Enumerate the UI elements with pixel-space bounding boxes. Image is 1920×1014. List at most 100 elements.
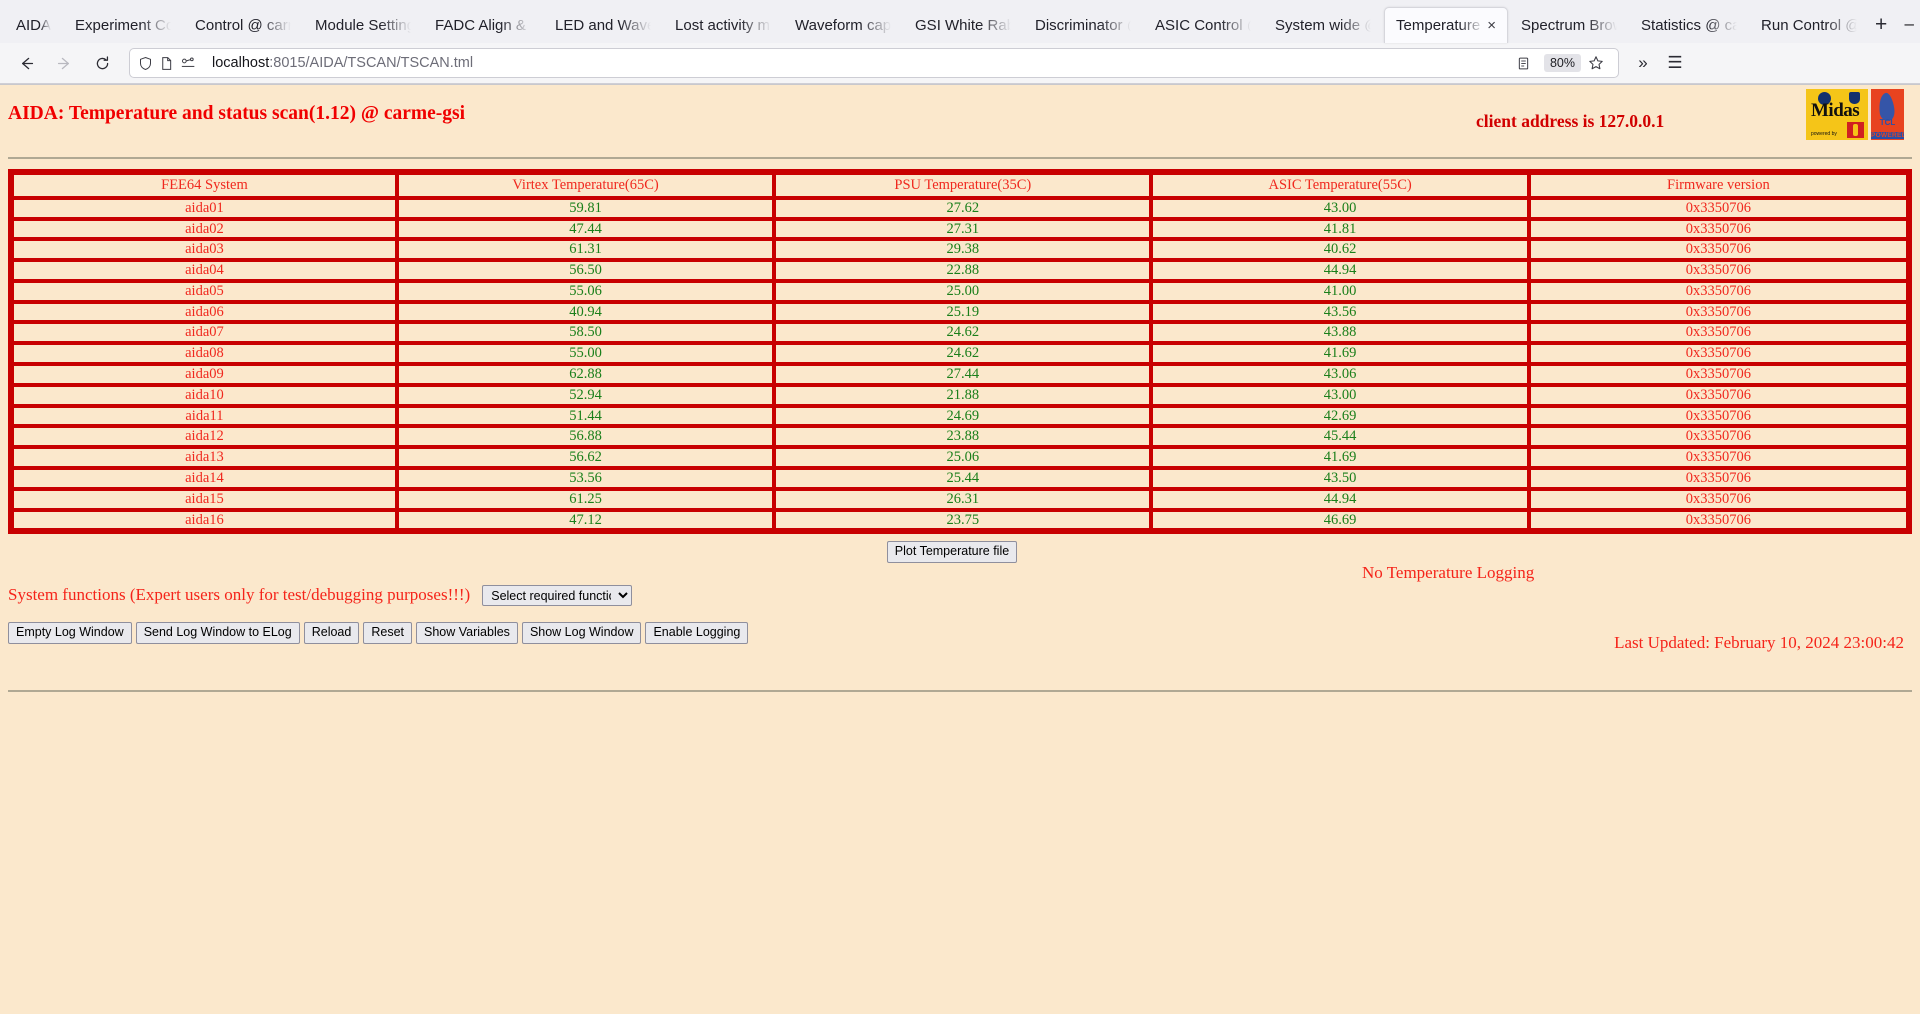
navigation-bar: localhost:8015/AIDA/TSCAN/TSCAN.tml 80% …	[0, 43, 1920, 84]
table-header-cell: Virtex Temperature(65C)	[397, 173, 774, 198]
browser-tab[interactable]: Discriminator @ carme-gsi	[1024, 7, 1142, 43]
tcl-powered-text: POWERED	[1871, 132, 1904, 139]
new-tab-button[interactable]: +	[1875, 8, 1887, 42]
browser-tab[interactable]: Control @ carme-gsi	[184, 7, 302, 43]
action-button[interactable]: Reload	[304, 622, 360, 644]
app-menu-button[interactable]: ☰	[1659, 48, 1691, 78]
table-cell-psu: 27.62	[774, 198, 1151, 219]
table-cell-system: aida14	[12, 468, 397, 489]
controls-section: Plot Temperature file No Temperature Log…	[8, 541, 1912, 691]
browser-tab[interactable]: Module Settings @ carme-gsi	[304, 7, 422, 43]
url-text: localhost:8015/AIDA/TSCAN/TSCAN.tml	[212, 55, 473, 71]
table-row: aida0962.8827.4443.060x3350706	[12, 364, 1908, 385]
window-minimize-button[interactable]: –	[1887, 7, 1920, 41]
table-cell-virtex: 58.50	[397, 322, 774, 343]
table-cell-psu: 21.88	[774, 385, 1151, 406]
table-cell-system: aida15	[12, 489, 397, 510]
action-button[interactable]: Show Variables	[416, 622, 518, 644]
zoom-level-badge[interactable]: 80%	[1544, 54, 1581, 72]
action-button[interactable]: Enable Logging	[645, 622, 748, 644]
browser-tab[interactable]: LED and Waveform @ carme-gsi	[544, 7, 662, 43]
table-cell-asic: 43.00	[1151, 385, 1528, 406]
tab-close-icon[interactable]: ×	[1487, 18, 1496, 33]
action-button[interactable]: Show Log Window	[522, 622, 642, 644]
forward-button[interactable]	[47, 48, 81, 78]
table-cell-firmware: 0x3350706	[1529, 406, 1908, 427]
browser-tab[interactable]: Temperature scan @ carme-gsi×	[1384, 7, 1508, 43]
table-cell-system: aida07	[12, 322, 397, 343]
table-header-cell: ASIC Temperature(55C)	[1151, 173, 1528, 198]
table-cell-system: aida12	[12, 426, 397, 447]
table-cell-virtex: 52.94	[397, 385, 774, 406]
browser-tab[interactable]: Spectrum Browser @ carme-gsi	[1510, 7, 1628, 43]
browser-tab[interactable]: Experiment Control @ carme-gsi	[64, 7, 182, 43]
tab-list: AIDA Experiment Control @ carme-gsi Contro…	[4, 7, 1869, 43]
bookmark-star-icon[interactable]	[1588, 55, 1604, 71]
table-cell-virtex: 55.00	[397, 343, 774, 364]
browser-tab[interactable]: ASIC Control @ carme-gsi	[1144, 7, 1262, 43]
tab-label: GSI White Rabbit @ carme-gsi	[915, 17, 1011, 34]
midas-logo-icon: Midas powered by	[1806, 89, 1868, 140]
table-row: aida0159.8127.6243.000x3350706	[12, 198, 1908, 219]
browser-tab[interactable]: GSI White Rabbit @ carme-gsi	[904, 7, 1022, 43]
back-arrow-icon	[18, 55, 35, 72]
reader-view-icon[interactable]	[1516, 56, 1531, 71]
table-cell-asic: 44.94	[1151, 489, 1528, 510]
back-button[interactable]	[9, 48, 43, 78]
table-cell-firmware: 0x3350706	[1529, 219, 1908, 240]
browser-tab[interactable]: System wide @ carme-gsi	[1264, 7, 1382, 43]
tracking-protection-icon[interactable]	[180, 56, 197, 71]
tab-label: Module Settings @ carme-gsi	[315, 17, 411, 34]
table-cell-asic: 43.88	[1151, 322, 1528, 343]
table-cell-virtex: 47.44	[397, 219, 774, 240]
shield-icon[interactable]	[138, 56, 153, 71]
table-cell-asic: 40.62	[1151, 239, 1528, 260]
browser-tab[interactable]: Run Control @ carme-gsi	[1750, 7, 1868, 43]
table-cell-firmware: 0x3350706	[1529, 302, 1908, 323]
table-cell-asic: 42.69	[1151, 406, 1528, 427]
table-row: aida1256.8823.8845.440x3350706	[12, 426, 1908, 447]
table-cell-system: aida13	[12, 447, 397, 468]
action-button[interactable]: Empty Log Window	[8, 622, 132, 644]
browser-tab[interactable]: Lost activity monitor @ carme-gsi	[664, 7, 782, 43]
browser-tab[interactable]: Statistics @ carme-gsi	[1630, 7, 1748, 43]
address-bar[interactable]: localhost:8015/AIDA/TSCAN/TSCAN.tml 80%	[129, 48, 1619, 78]
table-cell-system: aida03	[12, 239, 397, 260]
function-select[interactable]: Select required function	[482, 585, 632, 606]
browser-tab[interactable]: Waveform capture @ carme-gsi	[784, 7, 902, 43]
table-cell-asic: 41.69	[1151, 343, 1528, 364]
temperature-table: FEE64 SystemVirtex Temperature(65C)PSU T…	[8, 169, 1912, 534]
action-button[interactable]: Send Log Window to ELog	[136, 622, 300, 644]
tab-label: System wide @ carme-gsi	[1275, 17, 1371, 34]
table-cell-firmware: 0x3350706	[1529, 510, 1908, 531]
table-cell-firmware: 0x3350706	[1529, 364, 1908, 385]
table-cell-psu: 25.06	[774, 447, 1151, 468]
browser-tab[interactable]: FADC Align & Sync @ carme-gsi	[424, 7, 542, 43]
client-address-label: client address is 127.0.0.1	[1476, 111, 1664, 132]
page-info-icon[interactable]	[159, 56, 174, 71]
tab-label: Lost activity monitor @ carme-gsi	[675, 17, 771, 34]
table-row: aida0758.5024.6243.880x3350706	[12, 322, 1908, 343]
table-cell-firmware: 0x3350706	[1529, 447, 1908, 468]
page-title: AIDA: Temperature and status scan(1.12) …	[8, 103, 465, 125]
table-row: aida0855.0024.6241.690x3350706	[12, 343, 1908, 364]
plot-temperature-file-button[interactable]: Plot Temperature file	[887, 541, 1017, 563]
table-cell-virtex: 56.88	[397, 426, 774, 447]
table-cell-virtex: 47.12	[397, 510, 774, 531]
table-header-cell: FEE64 System	[12, 173, 397, 198]
table-cell-psu: 22.88	[774, 260, 1151, 281]
overflow-menu-button[interactable]: »	[1627, 48, 1659, 78]
action-button[interactable]: Reset	[363, 622, 412, 644]
table-cell-virtex: 55.06	[397, 281, 774, 302]
reload-icon	[94, 55, 111, 72]
browser-tab[interactable]: AIDA	[5, 7, 62, 43]
tab-label: Experiment Control @ carme-gsi	[75, 17, 171, 34]
page-content: AIDA: Temperature and status scan(1.12) …	[0, 85, 1920, 1014]
table-cell-system: aida02	[12, 219, 397, 240]
table-cell-virtex: 61.25	[397, 489, 774, 510]
table-cell-asic: 44.94	[1151, 260, 1528, 281]
table-cell-asic: 43.50	[1151, 468, 1528, 489]
table-row: aida0361.3129.3840.620x3350706	[12, 239, 1908, 260]
reload-button[interactable]	[85, 48, 119, 78]
table-row: aida1453.5625.4443.500x3350706	[12, 468, 1908, 489]
